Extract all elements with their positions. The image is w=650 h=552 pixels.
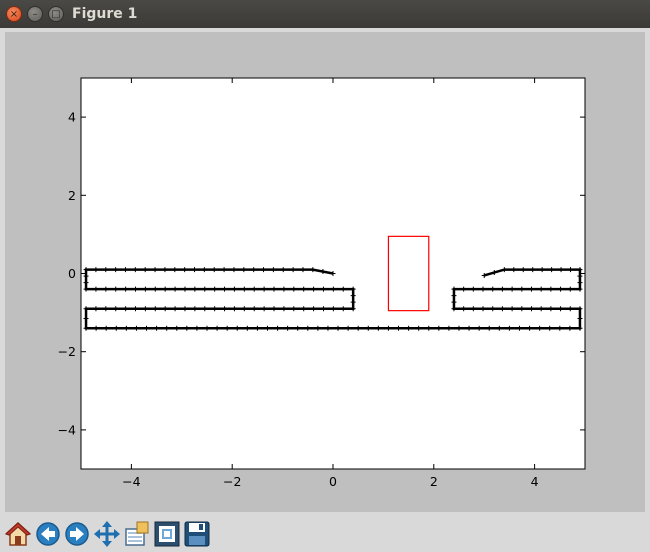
y-tick-label-2: 0 bbox=[68, 266, 76, 281]
forward-button[interactable] bbox=[63, 520, 91, 548]
x-tick-label-4: 4 bbox=[531, 474, 539, 489]
home-button[interactable] bbox=[4, 520, 32, 548]
save-button[interactable] bbox=[183, 520, 211, 548]
close-window-button[interactable]: × bbox=[6, 6, 22, 22]
x-tick-label-2: 0 bbox=[329, 474, 337, 489]
figure-canvas[interactable]: −4 −2 0 2 4 −4 −2 0 2 4 bbox=[5, 32, 645, 512]
y-tick-label-1: −2 bbox=[58, 344, 76, 359]
minimize-window-button[interactable]: – bbox=[27, 6, 43, 22]
pan-button[interactable] bbox=[93, 520, 121, 548]
y-tick-label-0: −4 bbox=[58, 422, 76, 437]
back-button[interactable] bbox=[34, 520, 62, 548]
save-floppy-icon bbox=[184, 521, 210, 547]
y-tick-label-4: 4 bbox=[68, 110, 76, 125]
x-tick-label-1: −2 bbox=[223, 474, 241, 489]
plot-svg: −4 −2 0 2 4 −4 −2 0 2 4 bbox=[58, 77, 586, 489]
y-tick-label-3: 2 bbox=[68, 188, 76, 203]
zoom-button[interactable] bbox=[123, 520, 151, 548]
subplots-button[interactable] bbox=[153, 520, 181, 548]
x-tick-label-3: 2 bbox=[430, 474, 438, 489]
home-icon bbox=[5, 521, 31, 546]
configure-subplots-icon bbox=[154, 521, 180, 547]
forward-arrow-icon bbox=[65, 522, 89, 546]
zoom-to-rect-icon bbox=[125, 521, 149, 546]
x-tick-label-0: −4 bbox=[122, 474, 140, 489]
pan-move-icon bbox=[94, 521, 120, 547]
back-arrow-icon bbox=[36, 522, 60, 546]
window-titlebar: × – □ Figure 1 bbox=[0, 0, 650, 28]
navigation-toolbar bbox=[0, 516, 650, 552]
window-title: Figure 1 bbox=[72, 6, 138, 22]
maximize-window-button[interactable]: □ bbox=[48, 6, 64, 22]
